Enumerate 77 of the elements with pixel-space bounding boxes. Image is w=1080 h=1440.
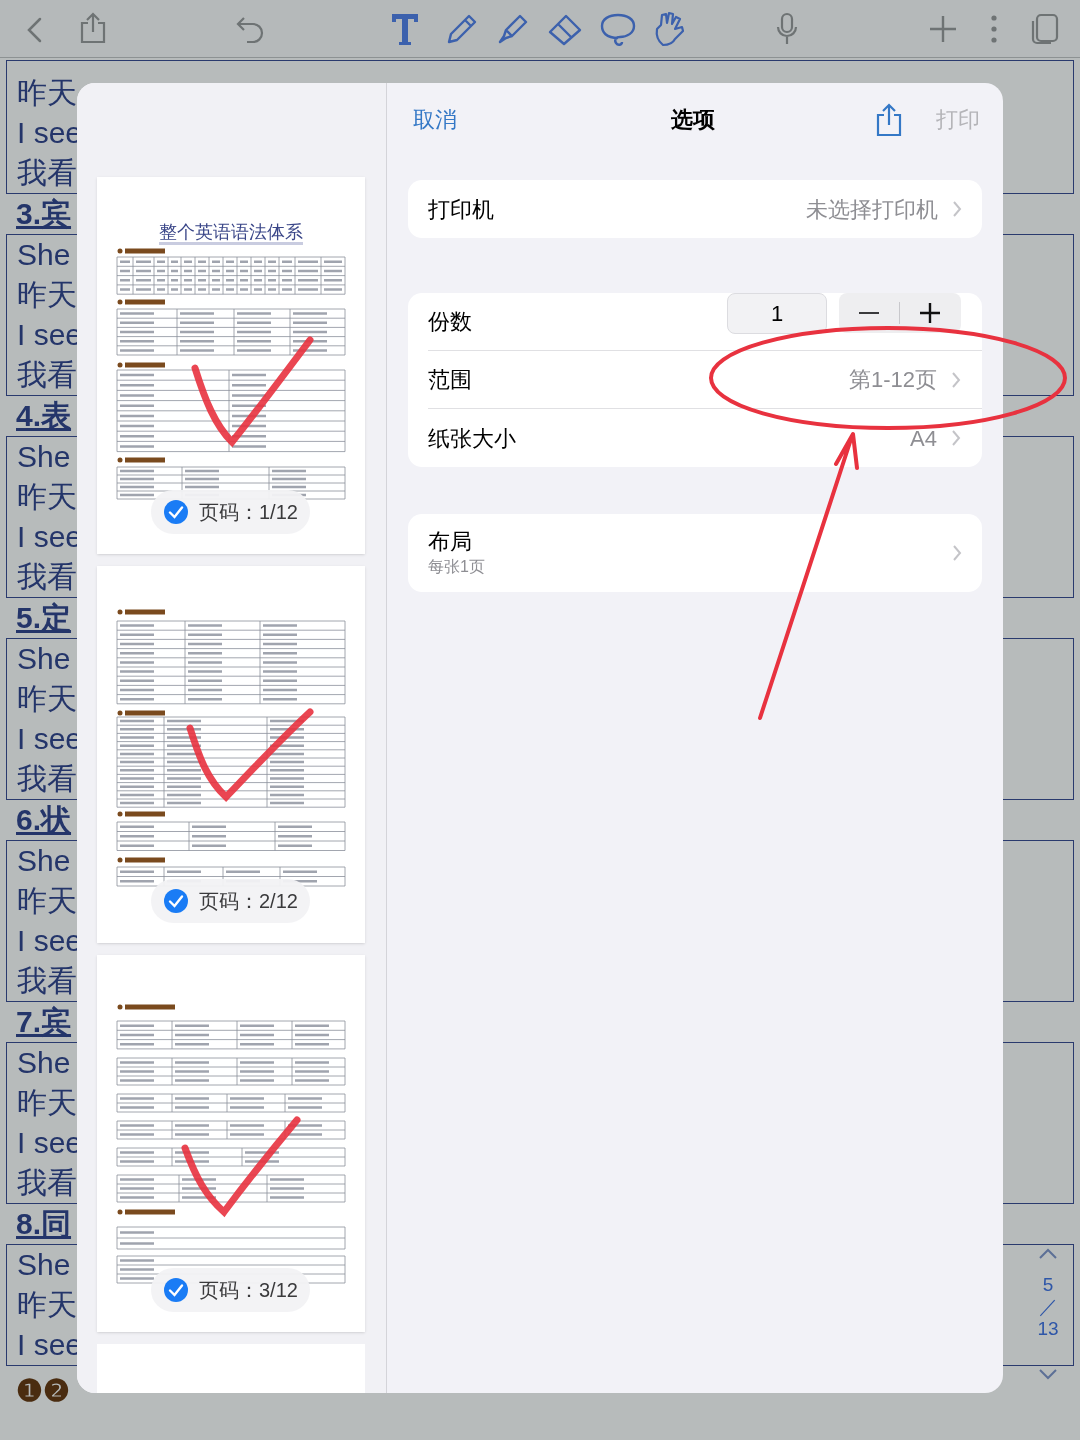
note-line: 昨天 [17, 1287, 77, 1323]
lasso-icon[interactable] [600, 12, 636, 48]
copies-field[interactable]: 1 [727, 293, 827, 334]
microphone-icon[interactable] [775, 12, 799, 46]
row-label: 布局 [428, 528, 473, 556]
note-heading: 3.宾 [16, 196, 72, 232]
page-number: 5 [1042, 1274, 1054, 1296]
note-line: She [17, 439, 71, 475]
paper-size-row[interactable]: 纸张大小 A4 [428, 409, 982, 467]
undo-icon[interactable] [235, 15, 265, 43]
page-count: 13 [1037, 1318, 1059, 1340]
row-label: 打印机 [428, 195, 494, 224]
note-line: 昨天 [17, 681, 77, 717]
page-thumbnail[interactable] [97, 1344, 365, 1393]
pen-icon[interactable] [445, 12, 479, 46]
note-line: 昨天 [17, 883, 77, 919]
note-line: She [17, 1247, 71, 1283]
row-value: 未选择打印机 [806, 195, 938, 224]
share-icon[interactable] [79, 12, 107, 44]
page-thumbnail[interactable]: 页码：2/12 [97, 566, 365, 943]
chevron-up-icon[interactable] [1038, 1248, 1058, 1260]
minus-icon[interactable] [859, 311, 879, 315]
row-value: A4 [910, 424, 937, 453]
chevron-right-icon [951, 429, 961, 447]
page-thumbnail[interactable]: 页码：3/12 [97, 955, 365, 1332]
page-thumbnail[interactable]: 整个英语语法体系 页码：1/12 [97, 177, 365, 554]
plus-icon[interactable] [920, 303, 940, 323]
note-line: 我看 [17, 357, 77, 393]
page-badge[interactable]: 页码：1/12 [151, 490, 310, 534]
note-line: 我看 [17, 559, 77, 595]
hand-icon[interactable] [653, 11, 685, 47]
note-heading: 8.同 [16, 1206, 72, 1242]
page-separator: ／ [1038, 1296, 1058, 1318]
note-line: She [17, 1045, 71, 1081]
chevron-right-icon [952, 200, 962, 218]
note-line: 昨天 [17, 75, 77, 111]
copies-stepper[interactable] [839, 293, 961, 333]
eraser-icon[interactable] [547, 12, 583, 46]
note-line: 昨天 [17, 479, 77, 515]
share-icon[interactable] [875, 103, 903, 137]
chevron-right-icon [952, 544, 962, 562]
note-line: She [17, 843, 71, 879]
row-value: 第1-12页 [848, 366, 937, 394]
note-line: 昨天 [17, 277, 77, 313]
note-line: 我看 [17, 963, 77, 999]
row-label: 范围 [428, 366, 472, 394]
note-line: 我看 [17, 155, 77, 191]
page-badge[interactable]: 页码：3/12 [151, 1268, 310, 1312]
note-heading: 4.表 [16, 398, 72, 434]
pages-icon[interactable] [1030, 13, 1060, 45]
checked-circle-icon [163, 499, 189, 525]
note-heading: ❶❷ [16, 1372, 70, 1409]
note-line: She [17, 641, 71, 677]
checked-circle-icon [163, 1277, 189, 1303]
note-line: She [17, 237, 71, 273]
chevron-right-icon [951, 370, 961, 389]
page-badge[interactable]: 页码：2/12 [151, 879, 310, 923]
note-line: 我看 [17, 1165, 77, 1201]
page-title: 整个英语语法体系 [159, 219, 303, 245]
note-line: 昨天 [17, 1085, 77, 1121]
note-heading: 7.宾 [16, 1004, 72, 1040]
printer-row[interactable]: 打印机 未选择打印机 [408, 180, 982, 238]
highlighter-icon[interactable] [496, 12, 530, 46]
note-heading: 5.定 [16, 600, 72, 636]
row-label: 纸张大小 [428, 424, 516, 453]
dialog-title: 选项 [671, 105, 715, 134]
more-icon[interactable] [989, 14, 999, 44]
row-detail: 每张1页 [428, 557, 485, 577]
row-label: 份数 [428, 308, 472, 336]
note-line: 我看 [17, 761, 77, 797]
checked-circle-icon [163, 888, 189, 914]
layout-row[interactable]: 布局 每张1页 [408, 514, 982, 592]
note-heading: 6.状 [16, 802, 72, 838]
chevron-down-icon[interactable] [1038, 1368, 1058, 1380]
range-row[interactable]: 范围 第1-12页 [428, 351, 982, 409]
cancel-button[interactable]: 取消 [413, 102, 457, 136]
text-tool-icon[interactable] [390, 12, 420, 46]
